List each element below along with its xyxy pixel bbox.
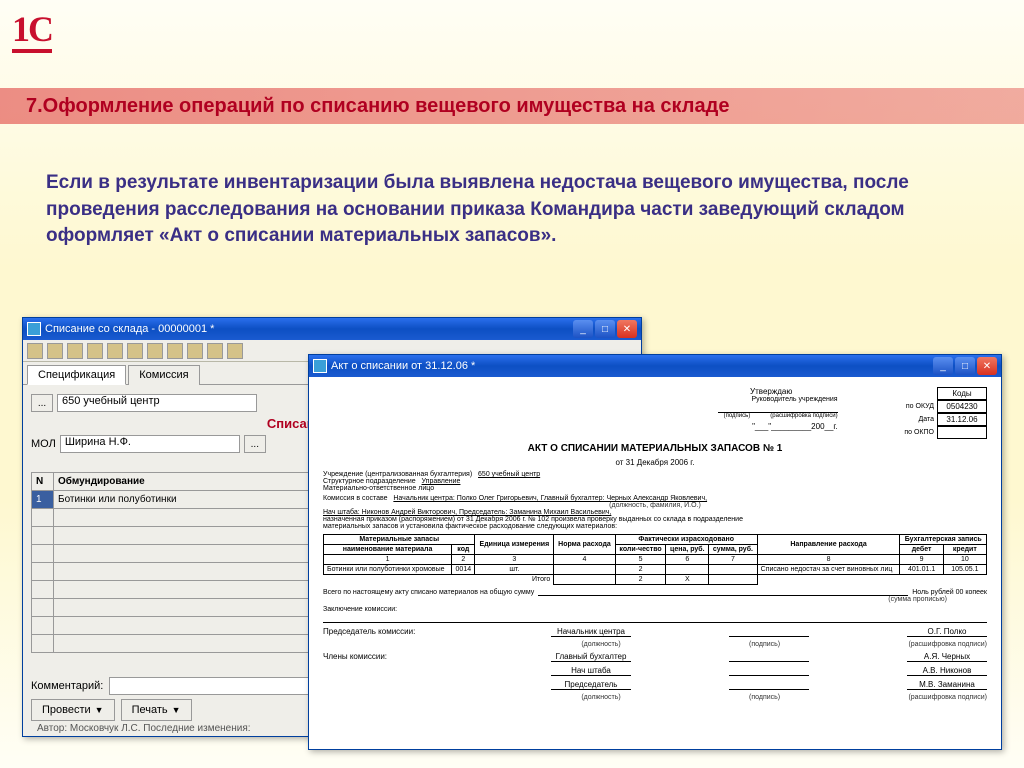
toolbar-icon[interactable] xyxy=(47,343,63,359)
titlebar-1: Списание со склада - 00000001 * _ □ ✕ xyxy=(23,318,641,340)
close-button[interactable]: ✕ xyxy=(617,320,637,338)
toolbar-icon[interactable] xyxy=(147,343,163,359)
window-title-2: Акт о списании от 31.12.06 * xyxy=(331,360,475,372)
toolbar-icon[interactable] xyxy=(107,343,123,359)
maximize-button[interactable]: □ xyxy=(595,320,615,338)
toolbar-icon[interactable] xyxy=(207,343,223,359)
print-button[interactable]: Печать▼ xyxy=(121,699,192,721)
mol-lookup-button[interactable]: ... xyxy=(244,435,266,453)
provesti-button[interactable]: Провести▼ xyxy=(31,699,115,721)
minimize-button[interactable]: _ xyxy=(933,357,953,375)
titlebar-2: Акт о списании от 31.12.06 * _ □ ✕ xyxy=(309,355,1001,377)
logo-1c: 1C xyxy=(12,8,52,50)
minimize-button[interactable]: _ xyxy=(573,320,593,338)
slide-title-bar: 7.Оформление операций по списанию вещево… xyxy=(0,88,1024,124)
comment-label: Комментарий: xyxy=(31,680,103,692)
slide-title: 7.Оформление операций по списанию вещево… xyxy=(26,95,729,118)
print-document: Утверждаю Руководитель учреждения (подпи… xyxy=(309,377,1001,715)
toolbar-icon[interactable] xyxy=(87,343,103,359)
mol-label: МОЛ xyxy=(31,438,56,450)
toolbar-icon[interactable] xyxy=(27,343,43,359)
centre-field[interactable]: 650 учебный центр xyxy=(57,394,257,412)
intro-text: Если в результате инвентаризации была вы… xyxy=(46,170,978,250)
tab-komis[interactable]: Комиссия xyxy=(128,365,199,385)
toolbar-icon[interactable] xyxy=(187,343,203,359)
tab-spec[interactable]: Спецификация xyxy=(27,365,126,385)
close-button[interactable]: ✕ xyxy=(977,357,997,375)
maximize-button[interactable]: □ xyxy=(955,357,975,375)
window-title-1: Списание со склада - 00000001 * xyxy=(45,323,214,335)
app-icon xyxy=(27,322,41,336)
mol-field[interactable]: Ширина Н.Ф. xyxy=(60,435,240,453)
toolbar-icon[interactable] xyxy=(67,343,83,359)
toolbar-icon[interactable] xyxy=(227,343,243,359)
toolbar-icon[interactable] xyxy=(127,343,143,359)
lookup-button[interactable]: ... xyxy=(31,394,53,412)
window-akt: Акт о списании от 31.12.06 * _ □ ✕ Утвер… xyxy=(308,354,1002,750)
materials-table: Материальные запасы Единица измерения Но… xyxy=(323,534,987,585)
doc-title: АКТ О СПИСАНИИ МАТЕРИАЛЬНЫХ ЗАПАСОВ № 1 xyxy=(323,443,987,454)
toolbar-icon[interactable] xyxy=(167,343,183,359)
app-icon xyxy=(313,359,327,373)
